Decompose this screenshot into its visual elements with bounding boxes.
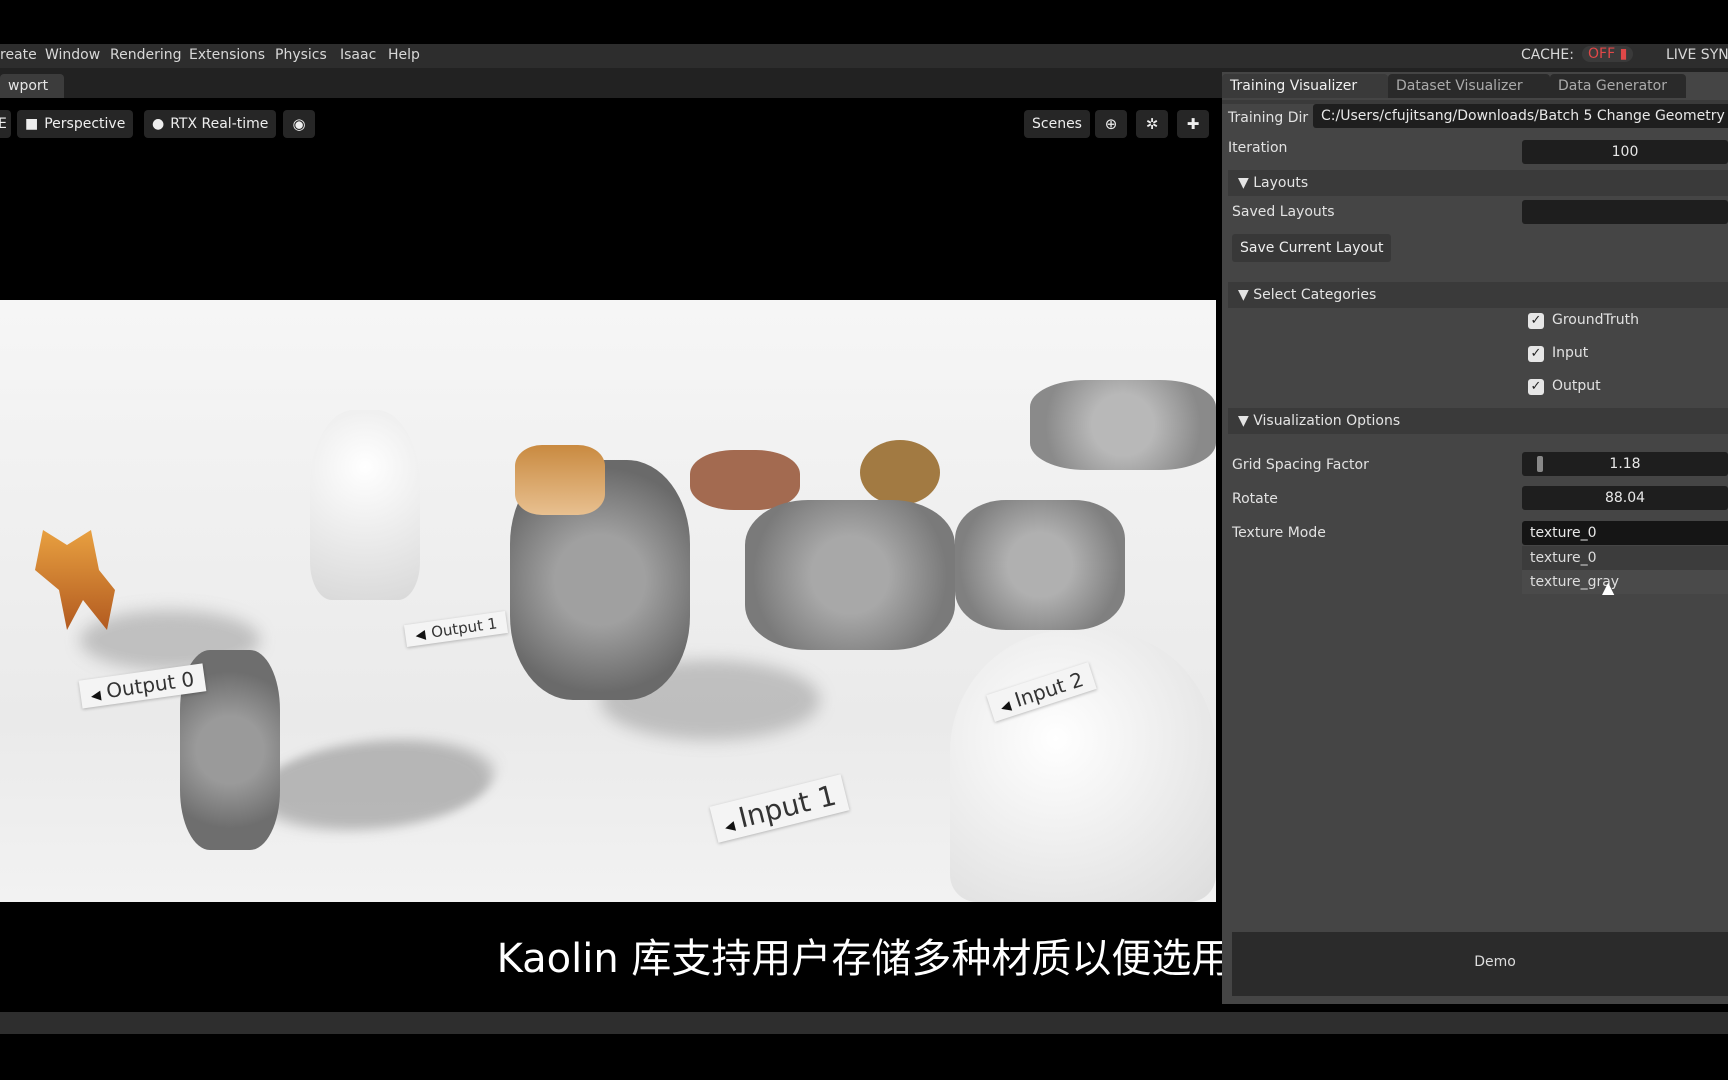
scene-label-output-1: Output 1 xyxy=(403,610,509,648)
category-output-label: Output xyxy=(1552,378,1601,394)
collapse-arrow-icon: ▼ xyxy=(1238,413,1249,429)
cow-model-2 xyxy=(690,450,800,510)
cow-model xyxy=(515,445,605,515)
viewport[interactable]: E ■ Perspective ● RTX Real-time ◉ Scenes ⊕… xyxy=(0,100,1216,1004)
layouts-header: Layouts xyxy=(1253,175,1309,191)
checkbox-groundtruth[interactable]: ✓ xyxy=(1528,313,1544,329)
training-dir-field[interactable]: C:/Users/cfujitsang/Downloads/Batch 5 Ch… xyxy=(1313,104,1728,128)
menu-window[interactable]: Window xyxy=(45,47,100,63)
layouts-section[interactable]: ▼ Layouts xyxy=(1228,170,1728,196)
camera-icon: ■ xyxy=(25,116,39,132)
collapse-arrow-icon: ▼ xyxy=(1238,287,1249,303)
vis-header: Visualization Options xyxy=(1253,413,1401,429)
categories-header: Select Categories xyxy=(1253,287,1377,303)
saved-layouts-dropdown[interactable] xyxy=(1522,200,1728,224)
iteration-field[interactable]: 100 xyxy=(1522,140,1728,164)
category-groundtruth-label: GroundTruth xyxy=(1552,312,1639,328)
menu-isaac[interactable]: Isaac xyxy=(340,47,376,63)
menu-bar: reate Window Rendering Extensions Physic… xyxy=(0,44,1728,68)
move-icon[interactable]: ✚ xyxy=(1177,110,1209,138)
demo-area: Demo xyxy=(1232,932,1728,996)
pointcloud-cow xyxy=(745,500,955,650)
camera-button[interactable]: ■ Perspective xyxy=(17,110,134,138)
rotate-field[interactable]: 88.04 xyxy=(1522,486,1728,510)
globe-icon[interactable]: ⊕ xyxy=(1095,110,1127,138)
live-sync-label[interactable]: LIVE SYN xyxy=(1666,47,1728,63)
training-visualizer-panel: Training Visualizer Dataset Visualizer D… xyxy=(1222,72,1728,1004)
render-scene: Output 0 Output 1 Input 1 Input 2 xyxy=(0,300,1216,902)
collapse-arrow-icon: ▼ xyxy=(1238,175,1249,191)
texture-mode-select[interactable]: texture_0 xyxy=(1522,521,1728,545)
save-current-layout-button[interactable]: Save Current Layout xyxy=(1232,234,1392,262)
renderer-label: RTX Real-time xyxy=(170,116,269,132)
category-input-label: Input xyxy=(1552,345,1589,361)
scene-label-input-1: Input 1 xyxy=(709,774,850,843)
cache-value: OFF xyxy=(1588,46,1616,62)
document-icon: ▮ xyxy=(1619,46,1628,62)
tab-training-visualizer[interactable]: Training Visualizer xyxy=(1222,74,1388,98)
settings-icon[interactable]: ✲ xyxy=(1136,110,1168,138)
visualization-options-section[interactable]: ▼ Visualization Options xyxy=(1228,408,1728,434)
grid-spacing-value: 1.18 xyxy=(1609,456,1641,472)
menu-extensions[interactable]: Extensions xyxy=(189,47,265,63)
fox-model xyxy=(35,530,115,630)
texture-option-gray[interactable]: texture_gray xyxy=(1522,570,1728,594)
tab-data-generator[interactable]: Data Generator xyxy=(1550,74,1686,98)
tab-viewport[interactable]: wport xyxy=(0,74,64,98)
checkbox-output[interactable]: ✓ xyxy=(1528,379,1544,395)
mouse-cursor-icon: ▲ xyxy=(1602,578,1615,597)
select-categories-section[interactable]: ▼ Select Categories xyxy=(1228,282,1728,308)
pointcloud-group xyxy=(1030,380,1216,470)
status-bar xyxy=(0,1012,1728,1034)
viewport-menu-button[interactable]: E xyxy=(0,110,11,138)
camera-label: Perspective xyxy=(44,116,126,132)
pointcloud-cow-2 xyxy=(955,500,1125,630)
cache-toggle[interactable]: OFF ▮ xyxy=(1582,46,1634,62)
renderer-button[interactable]: ● RTX Real-time xyxy=(144,110,277,138)
menu-rendering[interactable]: Rendering xyxy=(110,47,182,63)
grid-spacing-slider[interactable]: 1.18 xyxy=(1522,452,1728,476)
dog-model-white xyxy=(310,410,420,600)
menu-create[interactable]: reate xyxy=(0,47,37,63)
checkbox-input[interactable]: ✓ xyxy=(1528,346,1544,362)
tab-dataset-visualizer[interactable]: Dataset Visualizer xyxy=(1388,74,1550,98)
beaver-model xyxy=(860,440,940,505)
menu-physics[interactable]: Physics xyxy=(275,47,327,63)
menu-help[interactable]: Help xyxy=(388,47,420,63)
slider-handle[interactable] xyxy=(1537,456,1543,472)
texture-option-0[interactable]: texture_0 xyxy=(1522,546,1728,570)
scenes-button[interactable]: Scenes xyxy=(1024,110,1090,138)
eye-icon[interactable]: ◉ xyxy=(283,110,315,138)
lightbulb-icon: ● xyxy=(152,116,165,132)
cache-label: CACHE: xyxy=(1521,47,1574,63)
demo-label: Demo xyxy=(1474,954,1516,970)
texture-mode-dropdown: texture_0 texture_gray xyxy=(1522,546,1728,594)
